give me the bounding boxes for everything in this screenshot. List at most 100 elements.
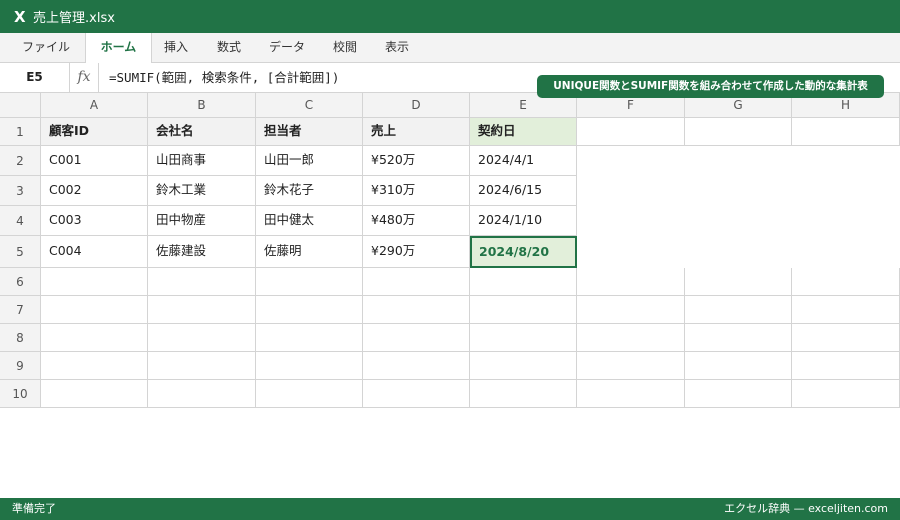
cell-h8[interactable] — [792, 324, 900, 352]
cell-f6[interactable] — [577, 268, 685, 296]
cell-f9[interactable] — [577, 352, 685, 380]
tab-6[interactable]: 表示 — [371, 33, 423, 62]
cell-e6[interactable] — [470, 268, 577, 296]
column-header-c[interactable]: C — [256, 93, 363, 118]
fx-icon[interactable]: fx — [70, 63, 99, 92]
cell-g8[interactable] — [685, 324, 792, 352]
cell-g5[interactable] — [685, 236, 792, 268]
row-header-1[interactable]: 1 — [0, 118, 41, 146]
cell-g7[interactable] — [685, 296, 792, 324]
column-header-d[interactable]: D — [363, 93, 470, 118]
cell-e1[interactable]: 契約日 — [470, 118, 577, 146]
cell-g4[interactable] — [685, 206, 792, 236]
cell-b7[interactable] — [148, 296, 256, 324]
tab-2[interactable]: 挿入 — [150, 33, 202, 62]
cell-h5[interactable] — [792, 236, 900, 268]
row-header-6[interactable]: 6 — [0, 268, 41, 296]
cell-c10[interactable] — [256, 380, 363, 408]
formula-input[interactable]: =SUMIF(範囲, 検索条件, [合計範囲]) — [109, 63, 339, 92]
cell-g9[interactable] — [685, 352, 792, 380]
cell-c8[interactable] — [256, 324, 363, 352]
cell-f8[interactable] — [577, 324, 685, 352]
cell-e5[interactable]: 2024/8/20 — [470, 236, 577, 268]
tab-1[interactable]: ホーム — [85, 33, 152, 63]
cell-b3[interactable]: 鈴木工業 — [148, 176, 256, 206]
cell-e9[interactable] — [470, 352, 577, 380]
cell-h7[interactable] — [792, 296, 900, 324]
cell-a6[interactable] — [41, 268, 148, 296]
cell-d7[interactable] — [363, 296, 470, 324]
cell-a2[interactable]: C001 — [41, 146, 148, 176]
select-all-corner[interactable] — [0, 93, 41, 118]
cell-d3[interactable]: ¥310万 — [363, 176, 470, 206]
cell-h10[interactable] — [792, 380, 900, 408]
cell-d8[interactable] — [363, 324, 470, 352]
cell-e8[interactable] — [470, 324, 577, 352]
row-header-5[interactable]: 5 — [0, 236, 41, 268]
tab-5[interactable]: 校閲 — [319, 33, 371, 62]
cell-a5[interactable]: C004 — [41, 236, 148, 268]
cell-b6[interactable] — [148, 268, 256, 296]
cell-h1[interactable] — [792, 118, 900, 146]
cell-h9[interactable] — [792, 352, 900, 380]
cell-g2[interactable] — [685, 146, 792, 176]
cell-b1[interactable]: 会社名 — [148, 118, 256, 146]
cell-f10[interactable] — [577, 380, 685, 408]
cell-g1[interactable] — [685, 118, 792, 146]
cell-d1[interactable]: 売上 — [363, 118, 470, 146]
cell-a1[interactable]: 顧客ID — [41, 118, 148, 146]
cell-d5[interactable]: ¥290万 — [363, 236, 470, 268]
cell-a3[interactable]: C002 — [41, 176, 148, 206]
cell-e2[interactable]: 2024/4/1 — [470, 146, 577, 176]
cell-e4[interactable]: 2024/1/10 — [470, 206, 577, 236]
cell-e10[interactable] — [470, 380, 577, 408]
tab-0[interactable]: ファイル — [10, 33, 82, 62]
tab-4[interactable]: データ — [255, 33, 319, 62]
cell-d10[interactable] — [363, 380, 470, 408]
name-box[interactable]: E5 — [0, 63, 70, 92]
row-header-7[interactable]: 7 — [0, 296, 41, 324]
cell-b2[interactable]: 山田商事 — [148, 146, 256, 176]
cell-f2[interactable] — [577, 146, 685, 176]
tab-3[interactable]: 数式 — [203, 33, 255, 62]
cell-a8[interactable] — [41, 324, 148, 352]
cell-f1[interactable] — [577, 118, 685, 146]
cell-h6[interactable] — [792, 268, 900, 296]
cell-f5[interactable] — [577, 236, 685, 268]
cell-e3[interactable]: 2024/6/15 — [470, 176, 577, 206]
cell-g6[interactable] — [685, 268, 792, 296]
cell-b8[interactable] — [148, 324, 256, 352]
row-header-2[interactable]: 2 — [0, 146, 41, 176]
cell-c7[interactable] — [256, 296, 363, 324]
cell-h3[interactable] — [792, 176, 900, 206]
cell-h2[interactable] — [792, 146, 900, 176]
cell-d6[interactable] — [363, 268, 470, 296]
cell-c3[interactable]: 鈴木花子 — [256, 176, 363, 206]
cell-b10[interactable] — [148, 380, 256, 408]
cell-c1[interactable]: 担当者 — [256, 118, 363, 146]
cell-d4[interactable]: ¥480万 — [363, 206, 470, 236]
cell-b5[interactable]: 佐藤建設 — [148, 236, 256, 268]
row-header-8[interactable]: 8 — [0, 324, 41, 352]
cell-a9[interactable] — [41, 352, 148, 380]
cell-f7[interactable] — [577, 296, 685, 324]
column-header-b[interactable]: B — [148, 93, 256, 118]
cell-d9[interactable] — [363, 352, 470, 380]
cell-c9[interactable] — [256, 352, 363, 380]
cell-d2[interactable]: ¥520万 — [363, 146, 470, 176]
cell-c6[interactable] — [256, 268, 363, 296]
row-header-10[interactable]: 10 — [0, 380, 41, 408]
row-header-3[interactable]: 3 — [0, 176, 41, 206]
cell-c2[interactable]: 山田一郎 — [256, 146, 363, 176]
cell-g3[interactable] — [685, 176, 792, 206]
row-header-9[interactable]: 9 — [0, 352, 41, 380]
column-header-a[interactable]: A — [41, 93, 148, 118]
row-header-4[interactable]: 4 — [0, 206, 41, 236]
cell-h4[interactable] — [792, 206, 900, 236]
cell-a10[interactable] — [41, 380, 148, 408]
cell-c4[interactable]: 田中健太 — [256, 206, 363, 236]
cell-f4[interactable] — [577, 206, 685, 236]
cell-f3[interactable] — [577, 176, 685, 206]
cell-b9[interactable] — [148, 352, 256, 380]
cell-a7[interactable] — [41, 296, 148, 324]
